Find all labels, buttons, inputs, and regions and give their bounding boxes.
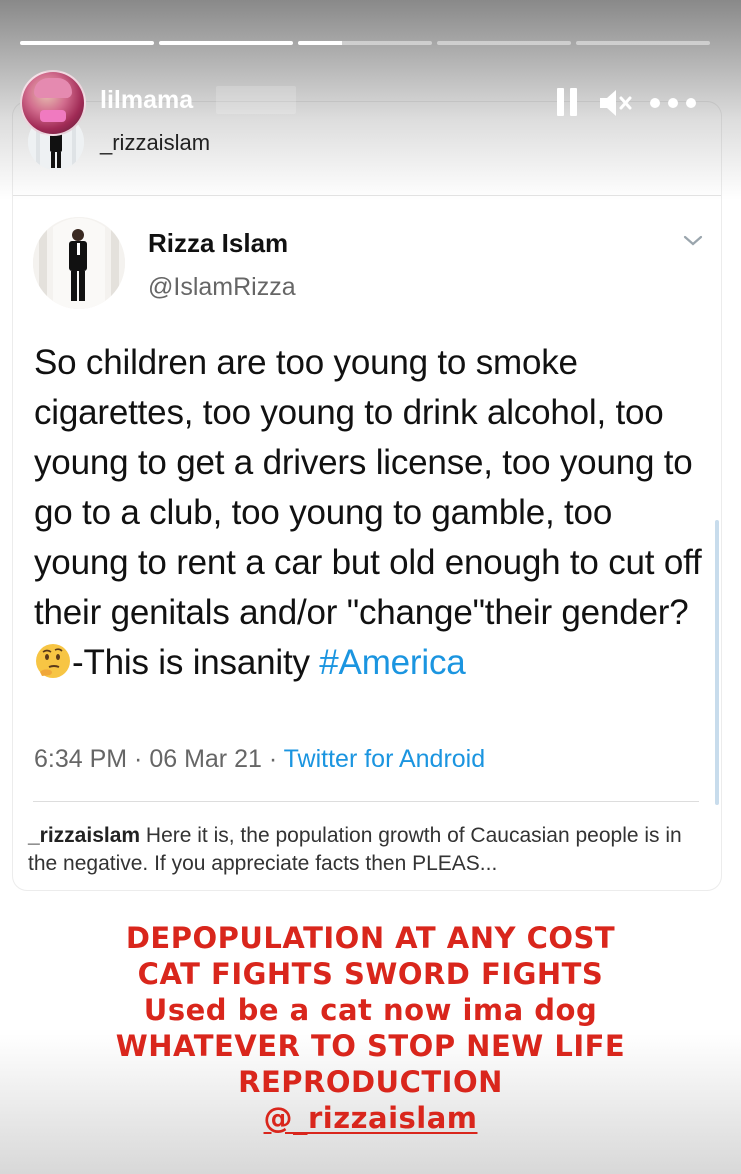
overlay-line: WHATEVER TO STOP NEW LIFE [115,1029,626,1063]
tweet-source: Twitter for Android [283,745,486,773]
shared-post-username[interactable]: _rizzaislam [100,130,210,156]
redacted-timestamp [216,86,296,114]
tweet-author-handle: @IslamRizza [148,273,296,301]
story-username[interactable]: lilmama [100,86,193,115]
post-caption: _rizzaislam Here it is, the population g… [28,822,708,878]
tweet-text: So children are too young to smoke cigar… [34,338,706,688]
avatar[interactable] [20,70,86,136]
caption-username: _rizzaislam [28,824,141,847]
progress-segment [20,41,154,45]
overlay-line: Used be a cat now ima dog [143,993,598,1027]
story-header: lilmama [20,68,720,136]
chevron-down-icon [682,233,704,249]
progress-segment [576,41,710,45]
story-progress [20,41,710,45]
speaker-muted-icon [600,90,632,116]
overlay-line: CAT FIGHTS SWORD FIGHTS [137,957,604,991]
tweet-author-name: Rizza Islam [148,228,289,258]
progress-segment [437,41,571,45]
thinking-face-icon [34,642,72,680]
tweet-avatar [33,217,125,309]
progress-segment [159,41,293,45]
tweet-timestamp: 6:34 PM · 06 Mar 21 · [34,745,284,773]
overlay-line: REPRODUCTION [238,1065,503,1099]
mute-button[interactable] [598,88,634,118]
overlay-line: DEPOPULATION AT ANY COST [125,921,616,955]
tweet-meta: 6:34 PM · 06 Mar 21 · Twitter for Androi… [34,745,485,774]
hashtag-link: #America [319,643,466,682]
story-text-overlay: DEPOPULATION AT ANY COST CAT FIGHTS SWOR… [40,920,701,1136]
divider [33,801,699,802]
progress-segment [298,41,432,45]
scrollbar [715,520,719,805]
more-options-button[interactable] [650,88,696,116]
tweet-text-main: So children are too young to smoke cigar… [34,343,702,632]
mention-link[interactable]: @_rizzaislam [264,1101,478,1135]
tweet-text-tail: -This is insanity [72,643,320,682]
pause-button[interactable] [557,88,579,116]
